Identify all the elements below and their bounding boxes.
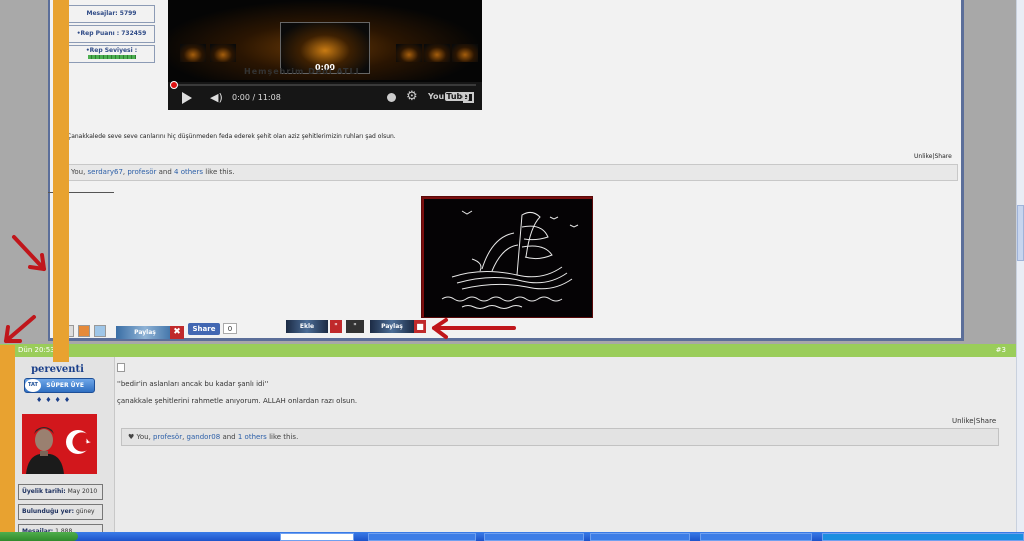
video-thumbnail	[180, 44, 206, 62]
location-value: güney	[75, 508, 95, 515]
post-1-likes: You, serdary67, profesör and 4 others li…	[66, 164, 958, 181]
fullscreen-icon[interactable]	[463, 92, 474, 103]
taskbar-item[interactable]	[700, 533, 812, 541]
likes-prefix: You,	[71, 168, 86, 176]
bookmark-icon[interactable]	[94, 325, 106, 337]
location-label: Bulunduğu yer:	[22, 508, 75, 515]
user-rep-level-stat: •Rep Seviyesi :	[68, 45, 155, 63]
video-thumbnail	[424, 44, 450, 62]
user-rep-points-stat: •Rep Puanı : 732459	[68, 25, 155, 43]
facebook-share-count: 0	[223, 323, 237, 334]
facebook-share-button[interactable]: Share	[188, 323, 220, 335]
location: Bulunduğu yer: güney	[18, 504, 103, 520]
reputation-icons: ♦♦♦♦	[36, 396, 74, 404]
taskbar-item[interactable]	[280, 533, 354, 541]
taskbar-item[interactable]	[590, 533, 690, 541]
likes-suffix: like this.	[205, 168, 235, 176]
rss-icon[interactable]	[78, 325, 90, 337]
video-title-overlay: Hemşehrim Dedi ATLI	[244, 67, 360, 76]
heart-icon: ♥	[128, 433, 135, 441]
join-date-label: Üyelik tarihi:	[22, 488, 66, 495]
right-margin	[968, 0, 1016, 341]
multiquote-icon[interactable]: "	[346, 320, 364, 333]
video-thumbnail	[396, 44, 422, 62]
avatar[interactable]	[22, 414, 97, 474]
liker-link[interactable]: profesör	[127, 168, 156, 176]
youtube-logo-you: You	[428, 92, 445, 101]
likes-and: and	[222, 433, 236, 441]
post-2-likes: ♥ You, profesör, gandor08 and 1 others l…	[121, 428, 999, 446]
close-icon[interactable]: ✖	[170, 326, 184, 339]
likes-others-link[interactable]: 4 others	[174, 168, 203, 176]
post-2-unlike-share[interactable]: Unlike|Share	[952, 417, 996, 425]
report-icon[interactable]: ■	[414, 320, 426, 333]
user-messages-stat: Mesajlar: 5799	[68, 5, 155, 23]
watch-later-icon[interactable]	[387, 93, 396, 102]
video-thumbnail	[210, 44, 236, 62]
annotation-arrow-share	[432, 318, 516, 339]
post-2-header: Dün 20:53 #3	[0, 344, 1016, 357]
rep-level-label: •Rep Seviyesi :	[85, 47, 138, 54]
gear-icon[interactable]: ⚙	[406, 90, 418, 104]
liker-link[interactable]: serdary67	[88, 168, 123, 176]
likes-prefix: You,	[136, 433, 151, 441]
scrollbar-thumb[interactable]	[1017, 205, 1024, 261]
rank-logo: TAT	[25, 379, 41, 392]
share-banner[interactable]: Paylaş	[370, 320, 414, 333]
likes-and: and	[158, 168, 172, 176]
post-2-text: çanakkale şehitlerini rahmetle anıyorum.…	[117, 397, 358, 405]
join-date: Üyelik tarihi: May 2010	[18, 484, 103, 500]
quote-icon[interactable]: "	[330, 320, 342, 333]
post-1-text: Çanakkalede seve seve canlarını hiç düşü…	[67, 133, 396, 140]
taskbar-item[interactable]	[368, 533, 476, 541]
annotation-arrow-upper	[12, 235, 46, 271]
video-scrubber[interactable]	[170, 81, 178, 89]
post-2-quote: ''bedir'in aslanları ancak bu kadar şanl…	[117, 380, 269, 388]
vertical-scrollbar[interactable]	[1016, 0, 1024, 532]
volume-icon[interactable]: ◀︎)	[210, 92, 224, 104]
video-time: 0:00 / 11:08	[232, 93, 281, 102]
rep-level-bar	[87, 55, 136, 59]
video-progress-bar[interactable]	[174, 84, 476, 86]
calligraphy-ship-image	[421, 196, 593, 318]
join-date-value: May 2010	[67, 488, 98, 495]
share-banner[interactable]: Paylaş	[116, 326, 174, 339]
add-banner[interactable]: Ekle	[286, 320, 328, 333]
post-icon	[117, 363, 125, 372]
annotation-arrow-lower	[4, 315, 36, 343]
system-tray	[822, 533, 1024, 541]
annotation-arrows	[4, 235, 46, 343]
post-1-unlike-share[interactable]: Unlike|Share	[914, 153, 952, 160]
liker-link[interactable]: profesör	[153, 433, 182, 441]
video-thumbnail	[452, 44, 478, 62]
annotation-highlight-frame	[0, 345, 15, 532]
likes-suffix: like this.	[269, 433, 299, 441]
taskbar-item[interactable]	[484, 533, 584, 541]
post-number[interactable]: #3	[996, 344, 1006, 357]
start-button[interactable]	[0, 532, 78, 541]
likes-others-link[interactable]: 1 others	[238, 433, 267, 441]
liker-link[interactable]: gandor08	[187, 433, 221, 441]
username[interactable]: pereventi	[0, 364, 115, 375]
play-icon[interactable]	[182, 92, 192, 104]
